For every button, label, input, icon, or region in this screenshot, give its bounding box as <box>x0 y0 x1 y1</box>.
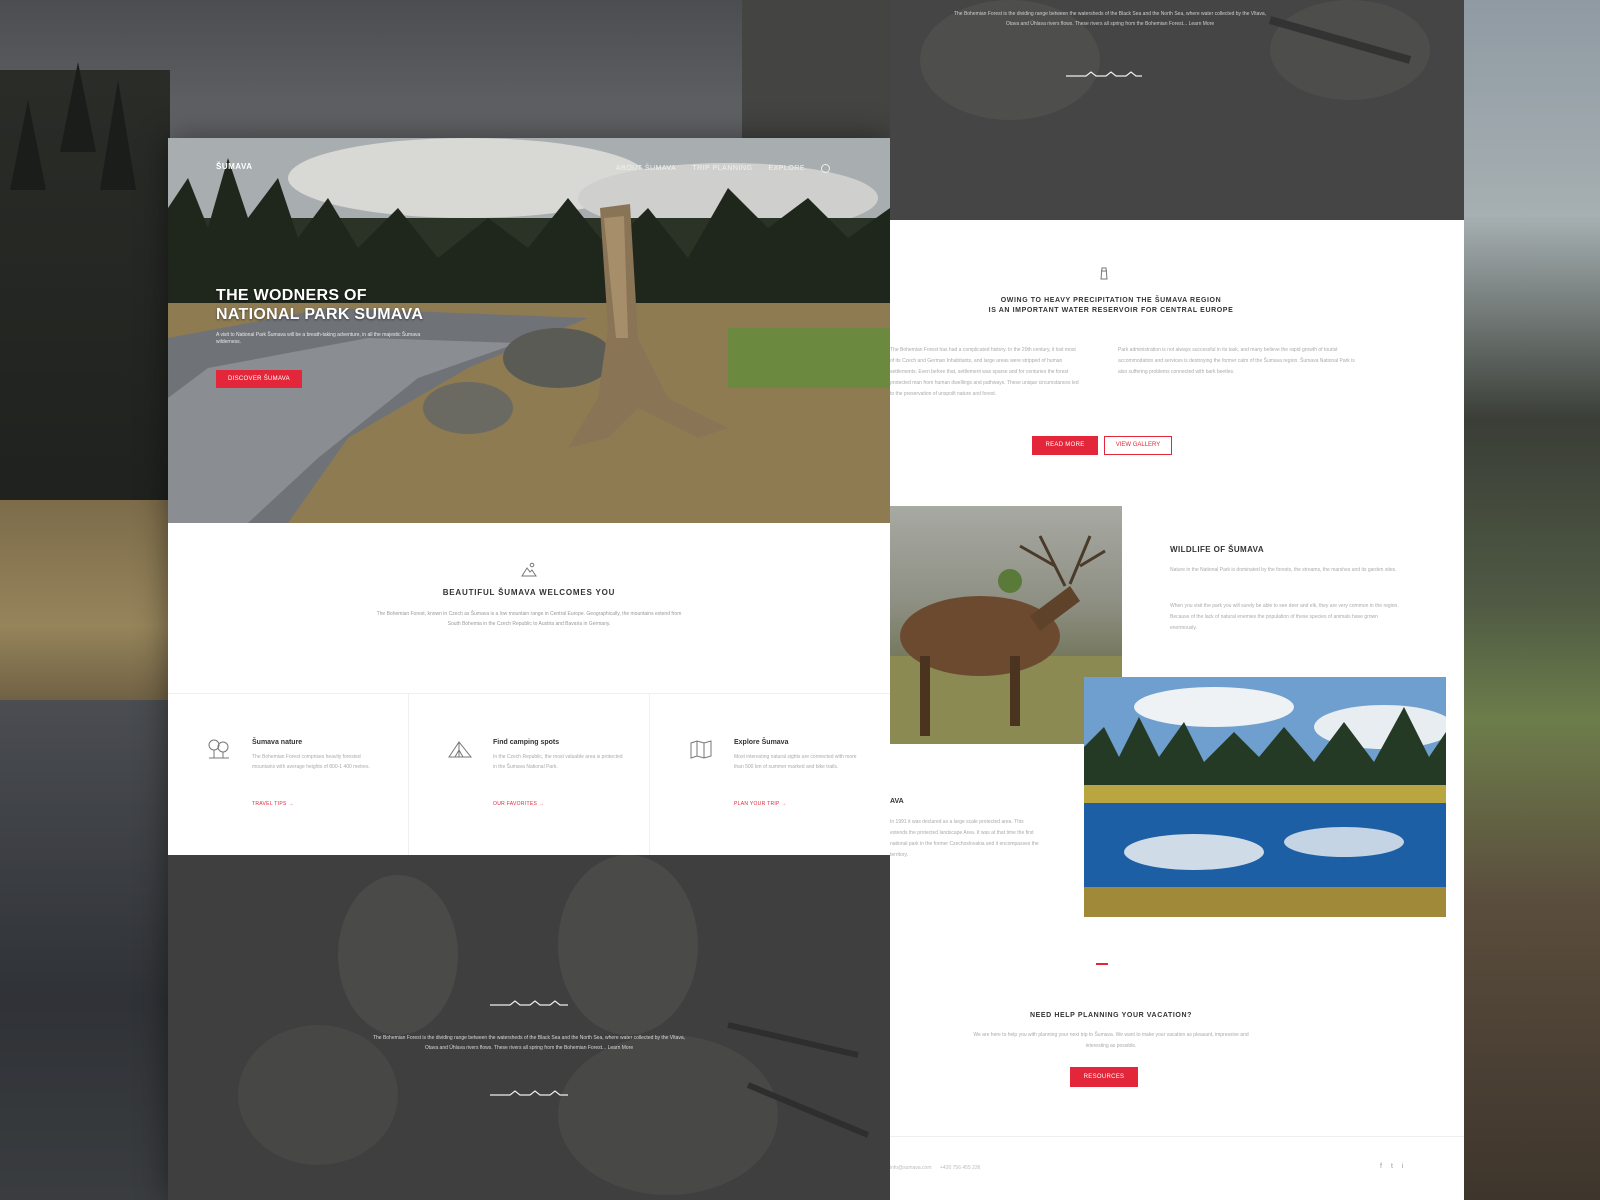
main-nav: ABOUT ŠUMAVA TRIP PLANNING EXPLORE <box>616 164 830 173</box>
footer-email[interactable]: info@sumava.com <box>890 1165 931 1171</box>
background-river <box>0 700 170 1200</box>
welcome-section: BEAUTIFUL ŠUMAVA WELCOMES YOU The Bohemi… <box>168 523 890 693</box>
background-tree <box>10 100 46 190</box>
hero-landscape-image <box>168 138 890 523</box>
background-right-strip <box>1464 0 1600 1200</box>
rafting-photo <box>238 855 870 1195</box>
background-tree <box>100 80 136 190</box>
right-mockup-page: The Bohemian Forest is the dividing rang… <box>890 0 1464 1200</box>
our-favorites-label: OUR FAVORITES <box>493 801 538 807</box>
feature-title: Šumava nature <box>252 739 303 746</box>
landscape-icon <box>521 562 537 577</box>
feature-text: The Bohemian Forest comprises heavily fo… <box>252 754 370 770</box>
wildlife-text-1: Nature in the National Park is dominated… <box>1170 567 1397 573</box>
travel-tips-label: TRAVEL TIPS <box>252 801 287 807</box>
nav-about[interactable]: ABOUT ŠUMAVA <box>616 165 676 172</box>
history-text: The Bohemian Forest has had a complicate… <box>890 347 1079 397</box>
hero-title-line1: THE WODNERS OF <box>216 287 367 304</box>
hero-section: ŠUMAVA ABOUT ŠUMAVA TRIP PLANNING EXPLOR… <box>168 138 890 523</box>
wildlife-title: WILDLIFE OF ŠUMAVA <box>1170 545 1265 554</box>
map-icon <box>690 740 712 759</box>
wave-divider-icon <box>1066 71 1142 77</box>
top-dark-band: The Bohemian Forest is the dividing rang… <box>890 0 1464 220</box>
wave-divider-icon <box>490 1000 568 1006</box>
site-logo[interactable]: ŠUMAVA <box>216 162 252 171</box>
help-title: NEED HELP PLANNING YOUR VACATION? <box>1029 1012 1192 1019</box>
social-links: f t i <box>1380 1163 1403 1170</box>
footer-divider <box>890 1136 1464 1137</box>
lake-photo <box>1084 677 1446 917</box>
wave-divider-icon <box>490 1090 568 1096</box>
instagram-icon[interactable]: i <box>1402 1163 1404 1170</box>
help-text: We are here to help you with planning yo… <box>973 1032 1249 1049</box>
history-fragment-title: AVA <box>890 798 904 805</box>
feature-explore: Explore Šumava Most interesting natural … <box>650 694 890 855</box>
hero-title: THE WODNERS OF NATIONAL PARK SUMAVA <box>216 286 476 324</box>
welcome-text: The Bohemian Forest, known in Czech as Š… <box>376 611 682 627</box>
view-gallery-button[interactable]: VIEW GALLERY <box>1104 436 1172 455</box>
rafting-text: The Bohemian Forest is the dividing rang… <box>372 1035 686 1051</box>
hero-subtitle: A visit to National Park Šumava will be … <box>216 332 421 345</box>
feature-camping: Find camping spots In the Czech Republic… <box>409 694 650 855</box>
top-text: The Bohemian Forest is the dividing rang… <box>953 11 1267 27</box>
twitter-icon[interactable]: t <box>1391 1163 1393 1170</box>
lighthouse-icon <box>1100 267 1108 280</box>
our-favorites-link[interactable]: OUR FAVORITES → <box>493 801 544 807</box>
footer-phone: +420 756 455 236 <box>940 1165 981 1171</box>
nav-explore[interactable]: EXPLORE <box>768 165 805 172</box>
section-title-line1: OWING TO HEAVY PRECIPITATION THE ŠUMAVA … <box>1000 297 1222 304</box>
feature-nature: Šumava nature The Bohemian Forest compri… <box>168 694 409 855</box>
rafting-section: The Bohemian Forest is the dividing rang… <box>168 855 890 1200</box>
rafting-photo <box>920 0 1430 120</box>
nature-icon <box>208 739 229 759</box>
feature-title: Explore Šumava <box>734 739 789 746</box>
arrow-right-icon: → <box>538 801 545 807</box>
facebook-icon[interactable]: f <box>1380 1163 1382 1170</box>
travel-tips-link[interactable]: TRAVEL TIPS → <box>252 801 294 807</box>
resources-button[interactable]: RESOURCES <box>1070 1067 1138 1087</box>
left-mockup-page: ŠUMAVA ABOUT ŠUMAVA TRIP PLANNING EXPLOR… <box>168 138 890 1200</box>
tent-icon <box>448 741 473 758</box>
feature-text: Most interesting natural sights are conn… <box>734 754 857 770</box>
feature-text: In the Czech Republic, the most valuable… <box>493 754 623 770</box>
plan-trip-link[interactable]: PLAN YOUR TRIP → <box>734 801 787 807</box>
read-more-button[interactable]: READ MORE <box>1032 436 1098 455</box>
history-fragment-text: In 1991 it was declared as a large scale… <box>890 819 1039 858</box>
wildlife-text-2: When you visit the park you will surely … <box>1170 603 1399 631</box>
welcome-title: BEAUTIFUL ŠUMAVA WELCOMES YOU <box>442 588 616 597</box>
arrow-right-icon: → <box>288 801 294 807</box>
hero-title-line2: NATIONAL PARK SUMAVA <box>216 306 424 323</box>
nav-trip-planning[interactable]: TRIP PLANNING <box>692 165 752 172</box>
park-admin-text: Park administration is not always succes… <box>1118 347 1355 375</box>
lake-image <box>1084 677 1446 917</box>
features-row: Šumava nature The Bohemian Forest compri… <box>168 693 890 855</box>
feature-title: Find camping spots <box>493 739 560 746</box>
plan-trip-label: PLAN YOUR TRIP <box>734 801 780 807</box>
background-grass <box>0 500 170 710</box>
background-tree <box>60 62 96 152</box>
discover-button[interactable]: DISCOVER ŠUMAVA <box>216 370 302 388</box>
arrow-right-icon: → <box>781 801 787 807</box>
section-title-line2: IS AN IMPORTANT WATER RESERVOIR FOR CENT… <box>988 307 1234 314</box>
section-divider <box>1096 963 1108 965</box>
search-icon[interactable] <box>821 164 830 173</box>
section-title: OWING TO HEAVY PRECIPITATION THE ŠUMAVA … <box>890 296 1332 316</box>
